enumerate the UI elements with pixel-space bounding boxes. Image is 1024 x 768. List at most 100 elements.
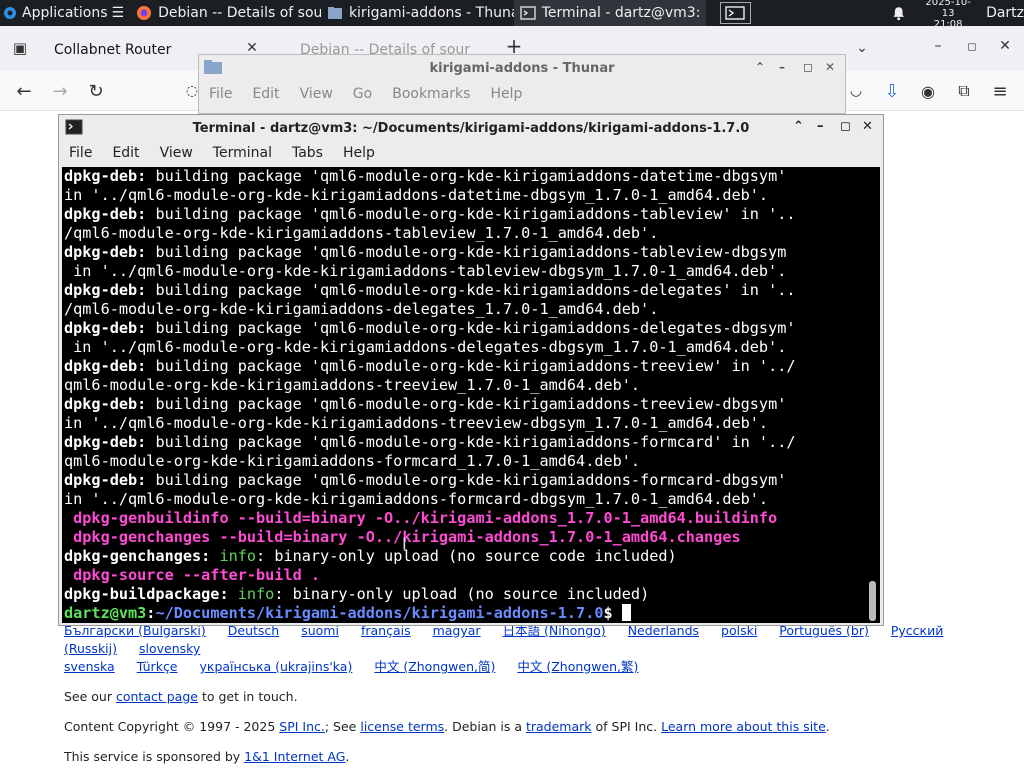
tab-list-icon[interactable]: ⌄ [850, 36, 874, 60]
pocket-icon[interactable]: ◡ [844, 79, 868, 103]
task-button-terminal[interactable]: Terminal - dartz@vm3: ... [513, 0, 707, 26]
close-icon[interactable]: ✕ [825, 60, 835, 74]
reload-icon[interactable]: ↻ [84, 79, 108, 103]
terminal-line: in '../qml6-module-org-kde-kirigamiaddon… [64, 490, 866, 509]
terminal-text: building package 'qml6-module-org-kde-ki… [146, 357, 796, 375]
menu-icon[interactable]: ≡ [988, 79, 1012, 103]
sponsor-link[interactable]: 1&1 Internet AG [244, 749, 345, 764]
terminal-text: dpkg-deb: [64, 167, 147, 185]
minimize-icon[interactable]: – [779, 60, 785, 74]
terminal-line: dpkg-deb: building package 'qml6-module-… [64, 357, 866, 376]
extensions-icon[interactable]: ⧉ [952, 79, 976, 103]
learn-more-link[interactable]: Learn more about this site [661, 719, 826, 734]
maximize-icon[interactable]: ◻ [803, 60, 813, 74]
shade-icon[interactable]: ⌃ [755, 60, 765, 74]
terminal-line: dpkg-genbuildinfo --build=binary -O../ki… [64, 509, 866, 528]
close-window-icon[interactable]: ✕ [993, 34, 1017, 58]
user-menu[interactable]: Dartz [986, 5, 1024, 21]
terminal-window: Terminal - dartz@vm3: ~/Documents/kiriga… [58, 114, 884, 626]
minimize-icon[interactable]: – [926, 34, 950, 58]
back-icon[interactable]: ← [12, 79, 36, 103]
xfce-logo-icon [4, 7, 16, 19]
maximize-icon[interactable]: ◻ [960, 34, 984, 58]
terminal-line: dpkg-genchanges --build=binary -O../kiri… [64, 528, 866, 547]
prompt-symbol: $ [603, 604, 622, 622]
close-icon[interactable]: ✕ [862, 119, 873, 134]
task-button-thunar[interactable]: kirigami-addons - Thunar [321, 0, 514, 26]
copyright-text: of SPI Inc. [591, 719, 662, 734]
terminal-line: dpkg-deb: building package 'qml6-module-… [64, 167, 866, 186]
terminal-text: in '../qml6-module-org-kde-kirigamiaddon… [64, 490, 769, 508]
terminal-text: dpkg-source --after-build . [64, 566, 321, 584]
prompt-path: ~/Documents/kirigami-addons/kirigami-add… [155, 604, 604, 622]
terminal-text: dpkg-deb: [64, 357, 147, 375]
tab-label: Collabnet Router [54, 42, 172, 58]
terminal-line: dpkg-buildpackage: info: binary-only upl… [64, 585, 866, 604]
terminal-line: in '../qml6-module-org-kde-kirigamiaddon… [64, 414, 866, 433]
terminal-line: dpkg-source --after-build . [64, 566, 866, 585]
account-icon[interactable]: ◉ [916, 79, 940, 103]
scrollbar-thumb[interactable] [869, 581, 876, 621]
applications-label: Applications [22, 5, 108, 21]
folder-icon [327, 7, 342, 19]
terminal-text: dpkg-deb: [64, 281, 147, 299]
task-button-browser[interactable]: Debian -- Details of sou... [130, 0, 321, 26]
menu-go[interactable]: Go [353, 86, 372, 102]
terminal-titlebar[interactable]: Terminal - dartz@vm3: ~/Documents/kiriga… [59, 115, 883, 141]
terminal-scrollbar[interactable] [866, 167, 880, 623]
clock-date: 2025-10-13 [925, 0, 971, 19]
applications-menu[interactable]: Applications ☰ [0, 0, 130, 26]
maximize-icon[interactable]: ◻ [840, 119, 851, 134]
language-link[interactable]: Türkçe [137, 659, 178, 674]
menu-bookmarks[interactable]: Bookmarks [392, 86, 470, 102]
sponsor-text: This service is sponsored by [64, 749, 245, 764]
menu-edit[interactable]: Edit [112, 145, 139, 161]
terminal-text: qml6-module-org-kde-kirigamiaddons-formc… [64, 452, 641, 470]
notification-bell-icon[interactable] [891, 5, 906, 21]
terminal-prompt[interactable]: dartz@vm3:~/Documents/kirigami-addons/ki… [64, 604, 866, 623]
contact-text: to get in touch. [197, 689, 298, 704]
tab-collabnet-router[interactable]: Collabnet Router [54, 34, 171, 66]
terminal-line: dpkg-deb: building package 'qml6-module-… [64, 471, 866, 490]
prompt-user: dartz@vm3 [64, 604, 147, 622]
license-terms-link[interactable]: license terms [360, 719, 444, 734]
minimize-icon[interactable]: – [817, 119, 824, 134]
terminal-line: dpkg-deb: building package 'qml6-module-… [64, 319, 866, 338]
menu-edit[interactable]: Edit [252, 86, 279, 102]
thunar-titlebar[interactable]: kirigami-addons - Thunar ⌃ – ◻ ✕ [199, 55, 845, 81]
menu-file[interactable]: File [69, 145, 92, 161]
terminal-text: info [219, 547, 257, 565]
chevron-icon: ☰ [111, 5, 125, 21]
language-link[interactable]: 中文 (Zhongwen,简) [374, 659, 495, 674]
terminal-line: dpkg-deb: building package 'qml6-module-… [64, 243, 866, 262]
language-link[interactable]: 中文 (Zhongwen,繁) [517, 659, 638, 674]
language-link[interactable]: slovensky [139, 641, 200, 656]
task-label: Debian -- Details of sou... [158, 5, 321, 21]
menu-tabs[interactable]: Tabs [292, 145, 323, 161]
clock[interactable]: 2025-10-13 21:08 [920, 0, 976, 30]
terminal-line: qml6-module-org-kde-kirigamiaddons-treev… [64, 376, 866, 395]
language-row: Български (Bulgarski) Deutsch suomi françai… [64, 622, 1004, 658]
menu-view[interactable]: View [160, 145, 193, 161]
shade-icon[interactable]: ⌃ [793, 119, 804, 134]
sponsor-line: This service is sponsored by 1&1 Interne… [64, 748, 1004, 766]
menu-file[interactable]: File [209, 86, 232, 102]
language-link[interactable]: українська (ukrajins'ka) [200, 659, 353, 674]
language-link[interactable]: svenska [64, 659, 115, 674]
terminal-line: qml6-module-org-kde-kirigamiaddons-formc… [64, 452, 866, 471]
spi-link[interactable]: SPI Inc. [279, 719, 325, 734]
menu-view[interactable]: View [300, 86, 333, 102]
terminal-output[interactable]: dpkg-deb: building package 'qml6-module-… [62, 167, 866, 623]
terminal-launcher[interactable] [719, 2, 751, 24]
menu-help[interactable]: Help [343, 145, 375, 161]
menu-help[interactable]: Help [490, 86, 522, 102]
download-icon[interactable]: ⇩ [880, 79, 904, 103]
contact-page-link[interactable]: contact page [116, 689, 198, 704]
menu-terminal[interactable]: Terminal [213, 145, 272, 161]
terminal-line: /qml6-module-org-kde-kirigamiaddons-dele… [64, 300, 866, 319]
terminal-icon [520, 6, 536, 20]
forward-icon[interactable]: → [48, 79, 72, 103]
tab-overview-icon[interactable]: ▣ [8, 36, 32, 60]
terminal-title: Terminal - dartz@vm3: ~/Documents/kiriga… [192, 120, 750, 136]
trademark-link[interactable]: trademark [526, 719, 592, 734]
